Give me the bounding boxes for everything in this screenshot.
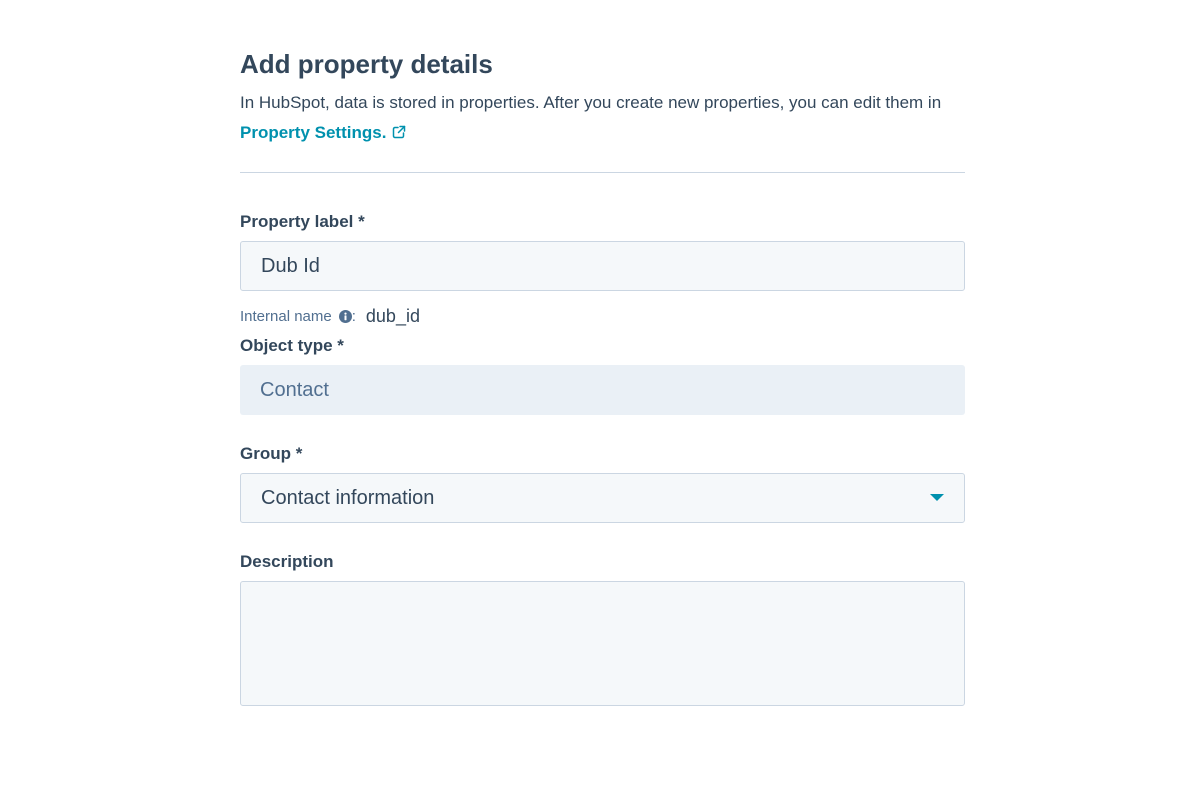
section-divider — [240, 172, 965, 173]
description-label: Description — [240, 552, 334, 571]
internal-name-row: Internal name : dub_id — [240, 304, 965, 328]
intro-text-body: In HubSpot, data is stored in properties… — [240, 93, 942, 112]
page-title: Add property details — [240, 49, 493, 79]
info-icon[interactable] — [338, 309, 352, 323]
external-link-icon[interactable] — [392, 119, 406, 139]
group-select[interactable]: Contact information — [240, 473, 965, 523]
property-settings-link[interactable]: Property Settings. — [240, 123, 386, 142]
property-label-input[interactable] — [240, 241, 965, 291]
property-label-label: Property label * — [240, 212, 365, 231]
object-type-field: Contact — [240, 365, 965, 415]
group-label: Group * — [240, 444, 303, 463]
description-textarea[interactable] — [240, 581, 965, 706]
internal-name-separator: : — [351, 307, 356, 325]
caret-down-icon — [930, 494, 944, 501]
property-details-form: Add property details In HubSpot, data is… — [240, 44, 965, 706]
intro-text: In HubSpot, data is stored in properties… — [240, 88, 965, 148]
object-type-label: Object type * — [240, 336, 344, 355]
internal-name-label: Internal name — [240, 307, 332, 325]
internal-name-value: dub_id — [365, 305, 420, 326]
group-selected-value: Contact information — [261, 487, 435, 509]
